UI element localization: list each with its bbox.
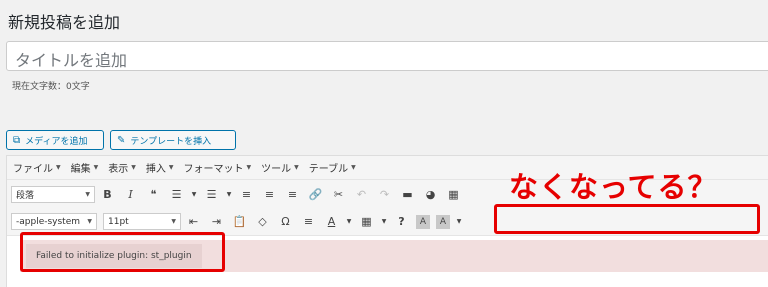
font-family-select[interactable]: -apple-system ▼ xyxy=(11,213,97,230)
chevron-down-icon[interactable]: ▼ xyxy=(379,211,389,233)
text-color-button[interactable]: A xyxy=(321,211,342,233)
menu-table[interactable]: テーブル ▼ xyxy=(309,160,356,175)
menu-view[interactable]: 表示 ▼ xyxy=(108,160,136,175)
font-size-select[interactable]: 11pt ▼ xyxy=(103,213,181,230)
chevron-down-icon: ▼ xyxy=(93,164,99,171)
link-button[interactable]: 🔗 xyxy=(305,183,326,205)
redo-button[interactable]: ↷ xyxy=(374,183,395,205)
post-title-input[interactable]: タイトルを追加 xyxy=(6,41,768,71)
chevron-down-icon[interactable]: ▼ xyxy=(189,183,199,205)
pie-icon[interactable]: ◕ xyxy=(420,183,441,205)
toolbar-toggle-button[interactable]: ▦ xyxy=(443,183,464,205)
menu-file[interactable]: ファイル ▼ xyxy=(13,160,61,175)
undo-button[interactable]: ↶ xyxy=(351,183,372,205)
annotation-box-error xyxy=(20,232,225,272)
insert-template-label: テンプレートを挿入 xyxy=(130,136,212,147)
format-select[interactable]: 段落 ▼ xyxy=(11,185,95,203)
unlink-button[interactable]: ✂ xyxy=(328,183,349,205)
numbered-list-button[interactable]: ☰ xyxy=(201,183,222,205)
horizontal-rule-button[interactable]: ▬ xyxy=(397,183,418,205)
annotation-text: なくなってる？ xyxy=(509,170,718,204)
add-media-button[interactable]: ⧉ メディアを追加 xyxy=(6,130,104,150)
chevron-down-icon: ▼ xyxy=(168,164,174,171)
align-center-button[interactable]: ≡ xyxy=(259,183,280,205)
chevron-down-icon[interactable]: ▼ xyxy=(344,211,354,233)
insert-template-button[interactable]: ✎ テンプレートを挿入 xyxy=(110,130,236,150)
page-title: 新規投稿を追加 xyxy=(8,13,121,32)
table-button[interactable]: ▦ xyxy=(356,211,377,233)
chevron-down-icon[interactable]: ▼ xyxy=(454,211,464,233)
chevron-down-icon: ▼ xyxy=(294,164,299,171)
char-count: 現在文字数：0文字 xyxy=(12,82,90,92)
menu-format[interactable]: フォーマット ▼ xyxy=(184,160,252,175)
clear-formatting-button[interactable]: ◇ xyxy=(252,211,273,233)
bold-button[interactable]: B xyxy=(97,183,118,205)
menu-edit[interactable]: 編集 ▼ xyxy=(71,160,99,175)
menu-insert[interactable]: 挿入 ▼ xyxy=(146,160,174,175)
chevron-down-icon: ▼ xyxy=(246,164,252,171)
add-media-label: メディアを追加 xyxy=(25,136,88,147)
paste-button[interactable]: 📋 xyxy=(229,211,250,233)
chevron-down-icon: ▼ xyxy=(85,190,90,198)
chevron-down-icon: ▼ xyxy=(131,164,136,171)
special-character-button[interactable]: Ω xyxy=(275,211,296,233)
background-color-button[interactable]: A xyxy=(416,214,430,229)
highlight-button[interactable]: A xyxy=(436,214,450,229)
outdent-button[interactable]: ⇤ xyxy=(183,211,204,233)
chevron-down-icon: ▼ xyxy=(351,164,356,171)
horizontal-line-button[interactable]: ≡ xyxy=(298,211,319,233)
blockquote-button[interactable]: ❝ xyxy=(143,183,164,205)
chevron-down-icon: ▼ xyxy=(87,218,92,225)
bullet-list-button[interactable]: ☰ xyxy=(166,183,187,205)
align-left-button[interactable]: ≡ xyxy=(236,183,257,205)
chevron-down-icon: ▼ xyxy=(56,164,61,171)
chevron-down-icon[interactable]: ▼ xyxy=(224,183,234,205)
pencil-icon: ✎ xyxy=(117,134,126,146)
help-button[interactable]: ? xyxy=(391,211,412,233)
menu-tools[interactable]: ツール ▼ xyxy=(261,160,299,175)
chevron-down-icon: ▼ xyxy=(171,218,176,225)
annotation-box-missing xyxy=(494,204,760,234)
align-right-button[interactable]: ≡ xyxy=(282,183,303,205)
italic-button[interactable]: I xyxy=(120,183,141,205)
media-icon: ⧉ xyxy=(13,134,21,146)
indent-button[interactable]: ⇥ xyxy=(206,211,227,233)
